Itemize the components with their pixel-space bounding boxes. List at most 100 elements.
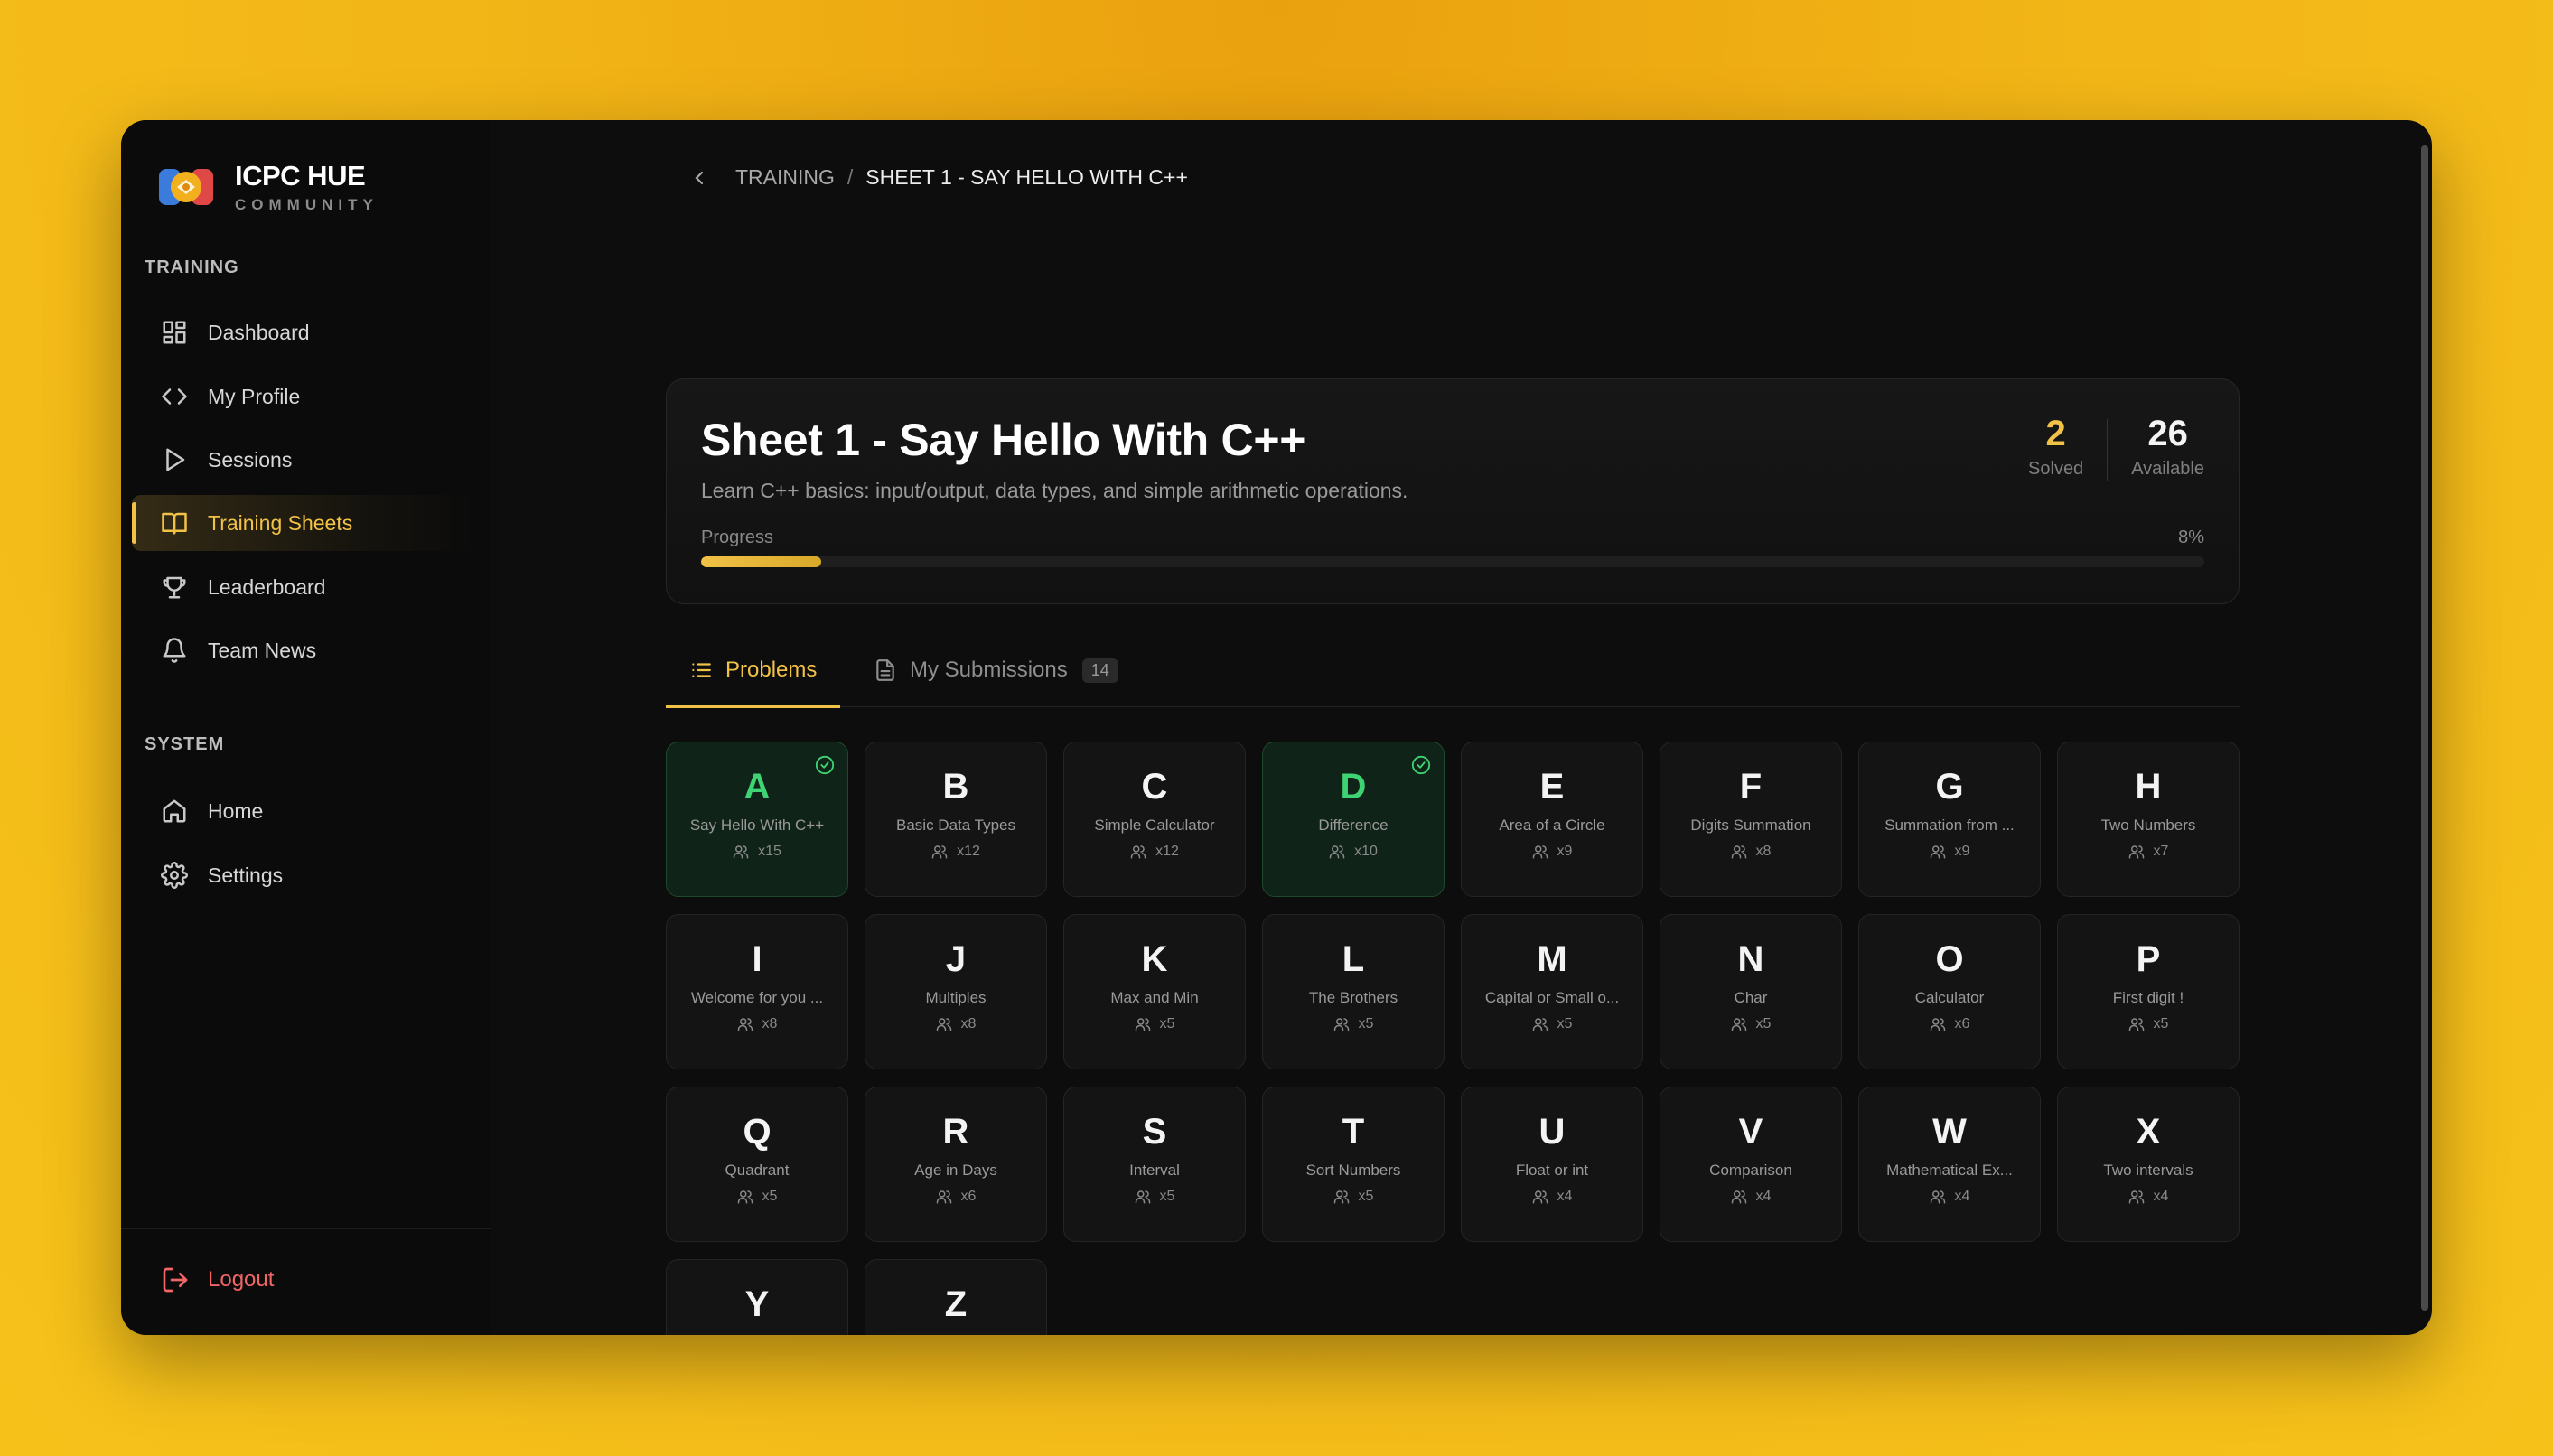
tab-my-submissions[interactable]: My Submissions 14 [874, 633, 1118, 707]
logout-button[interactable]: Logout [161, 1265, 274, 1294]
users-icon [936, 1018, 951, 1031]
problem-solvers: x5 [1064, 1189, 1245, 1205]
problem-card[interactable]: X Two intervals x4 [2057, 1087, 2240, 1242]
sidebar-item-dashboard[interactable]: Dashboard [132, 304, 475, 360]
problem-card[interactable]: B Basic Data Types x12 [865, 742, 1047, 897]
problem-card[interactable]: D Difference x10 [1262, 742, 1445, 897]
problem-name: Comparison [1709, 1162, 1792, 1179]
problem-solvers: x10 [1263, 844, 1444, 860]
problem-solvers: x4 [1462, 1189, 1642, 1205]
problem-letter: T [1342, 1112, 1365, 1152]
solver-count: x6 [960, 1189, 977, 1204]
users-icon [1731, 1018, 1746, 1031]
problem-solvers: x6 [1859, 1016, 2040, 1032]
problem-letter: S [1142, 1112, 1167, 1152]
stat-divider [2107, 419, 2109, 481]
sidebar-item-leaderboard[interactable]: Leaderboard [132, 559, 475, 615]
problem-solvers: x7 [2058, 844, 2239, 860]
problem-solvers: x4 [1660, 1189, 1841, 1205]
sidebar-item-label: Dashboard [208, 320, 310, 344]
solver-count: x8 [1755, 844, 1772, 859]
solver-count: x5 [762, 1189, 778, 1204]
problem-name: Summation from ... [1884, 817, 2015, 834]
sidebar-item-label: Sessions [208, 447, 293, 471]
solver-count: x9 [1557, 844, 1573, 859]
solver-count: x5 [2153, 1016, 2169, 1031]
problem-letter: F [1739, 767, 1763, 807]
problem-solvers: x12 [1064, 844, 1245, 860]
sidebar-item-home[interactable]: Home [132, 783, 475, 839]
problem-card[interactable]: I Welcome for you ... x8 [666, 914, 848, 1069]
problem-card[interactable]: U Float or int x4 [1461, 1087, 1643, 1242]
available-count: 26 [2147, 414, 2188, 453]
problem-card[interactable]: L The Brothers x5 [1262, 914, 1445, 1069]
problem-card[interactable]: N Char x5 [1660, 914, 1842, 1069]
users-icon [737, 1190, 753, 1204]
problem-card[interactable]: Q Quadrant x5 [666, 1087, 848, 1242]
stat-available: 26 Available [2131, 414, 2204, 480]
check-circle-icon [1411, 755, 1431, 775]
problem-card[interactable]: M Capital or Small o... x5 [1461, 914, 1643, 1069]
problem-card[interactable]: YThe last 2 digitsx4 [666, 1259, 848, 1335]
users-icon [737, 1018, 753, 1031]
scrollbar[interactable] [2421, 145, 2428, 1311]
solver-count: x5 [1557, 1016, 1573, 1031]
problem-card[interactable]: G Summation from ... x9 [1858, 742, 2041, 897]
problem-solvers: x8 [667, 1016, 847, 1032]
problem-card[interactable]: W Mathematical Ex... x4 [1858, 1087, 2041, 1242]
breadcrumb-parent[interactable]: TRAINING [735, 165, 835, 190]
section-label-system: SYSTEM [145, 734, 225, 754]
problem-name: Quadrant [725, 1162, 790, 1179]
sidebar-item-settings[interactable]: Settings [132, 847, 475, 903]
breadcrumb-current: SHEET 1 - SAY HELLO WITH C++ [865, 165, 1188, 189]
progress-percent: 8% [2178, 527, 2204, 547]
solver-count: x5 [1358, 1016, 1374, 1031]
problem-card[interactable]: T Sort Numbers x5 [1262, 1087, 1445, 1242]
chevron-left-icon[interactable] [688, 167, 710, 189]
problem-solvers: x9 [1462, 844, 1642, 860]
tab-problems[interactable]: Problems [666, 633, 841, 708]
users-icon [1731, 845, 1746, 859]
problem-name: First digit ! [2112, 989, 2184, 1006]
problem-card[interactable]: C Simple Calculator x12 [1063, 742, 1246, 897]
problem-name: Mathematical Ex... [1886, 1162, 2013, 1179]
problem-name: Basic Data Types [896, 817, 1015, 834]
tab-label: My Submissions [910, 658, 1068, 682]
breadcrumb: TRAINING / SHEET 1 - SAY HELLO WITH C++ [688, 165, 1188, 190]
problem-card[interactable]: S Interval x5 [1063, 1087, 1246, 1242]
problem-letter: M [1537, 939, 1567, 979]
problem-name: Two intervals [2103, 1162, 2193, 1179]
check-circle-icon [815, 755, 835, 775]
solver-count: x8 [960, 1016, 977, 1031]
problem-solvers: x8 [865, 1016, 1046, 1032]
sidebar-item-my-profile[interactable]: My Profile [132, 369, 475, 425]
problem-name: Max and Min [1110, 989, 1199, 1006]
problem-card[interactable]: R Age in Days x6 [865, 1087, 1047, 1242]
problem-card[interactable]: E Area of a Circle x9 [1461, 742, 1643, 897]
problem-solvers: x5 [2058, 1016, 2239, 1032]
sidebar-item-training-sheets[interactable]: Training Sheets [132, 495, 475, 551]
problem-letter: Z [944, 1284, 968, 1324]
problem-card[interactable]: J Multiples x8 [865, 914, 1047, 1069]
problem-card[interactable]: P First digit ! x5 [2057, 914, 2240, 1069]
sidebar-item-team-news[interactable]: Team News [132, 622, 475, 678]
sidebar-item-sessions[interactable]: Sessions [132, 432, 475, 488]
problem-card[interactable]: A Say Hello With C++ x15 [666, 742, 848, 897]
problem-letter: G [1935, 767, 1964, 807]
problem-letter: B [942, 767, 969, 807]
problem-name: Calculator [1914, 989, 1985, 1006]
problem-card[interactable]: O Calculator x6 [1858, 914, 2041, 1069]
brand[interactable]: ICPC HUE COMMUNITY [155, 156, 379, 218]
problem-card[interactable]: K Max and Min x5 [1063, 914, 1246, 1069]
progress-label: Progress [701, 527, 774, 547]
users-icon [2128, 1190, 2144, 1204]
problem-letter: Y [744, 1284, 770, 1324]
solver-count: x10 [1354, 844, 1378, 859]
problem-card[interactable]: H Two Numbers x7 [2057, 742, 2240, 897]
problem-card[interactable]: ZHard Comparex4 [865, 1259, 1047, 1335]
problem-name: Char [1734, 989, 1768, 1006]
problem-card[interactable]: V Comparison x4 [1660, 1087, 1842, 1242]
problem-solvers: x6 [865, 1189, 1046, 1205]
problem-card[interactable]: F Digits Summation x8 [1660, 742, 1842, 897]
home-icon [163, 799, 186, 823]
